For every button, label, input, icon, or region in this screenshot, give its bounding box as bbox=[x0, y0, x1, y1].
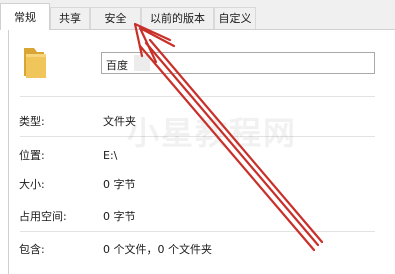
red-arrow-annotation bbox=[133, 22, 324, 252]
tab-general[interactable]: 常规 bbox=[0, 3, 50, 30]
